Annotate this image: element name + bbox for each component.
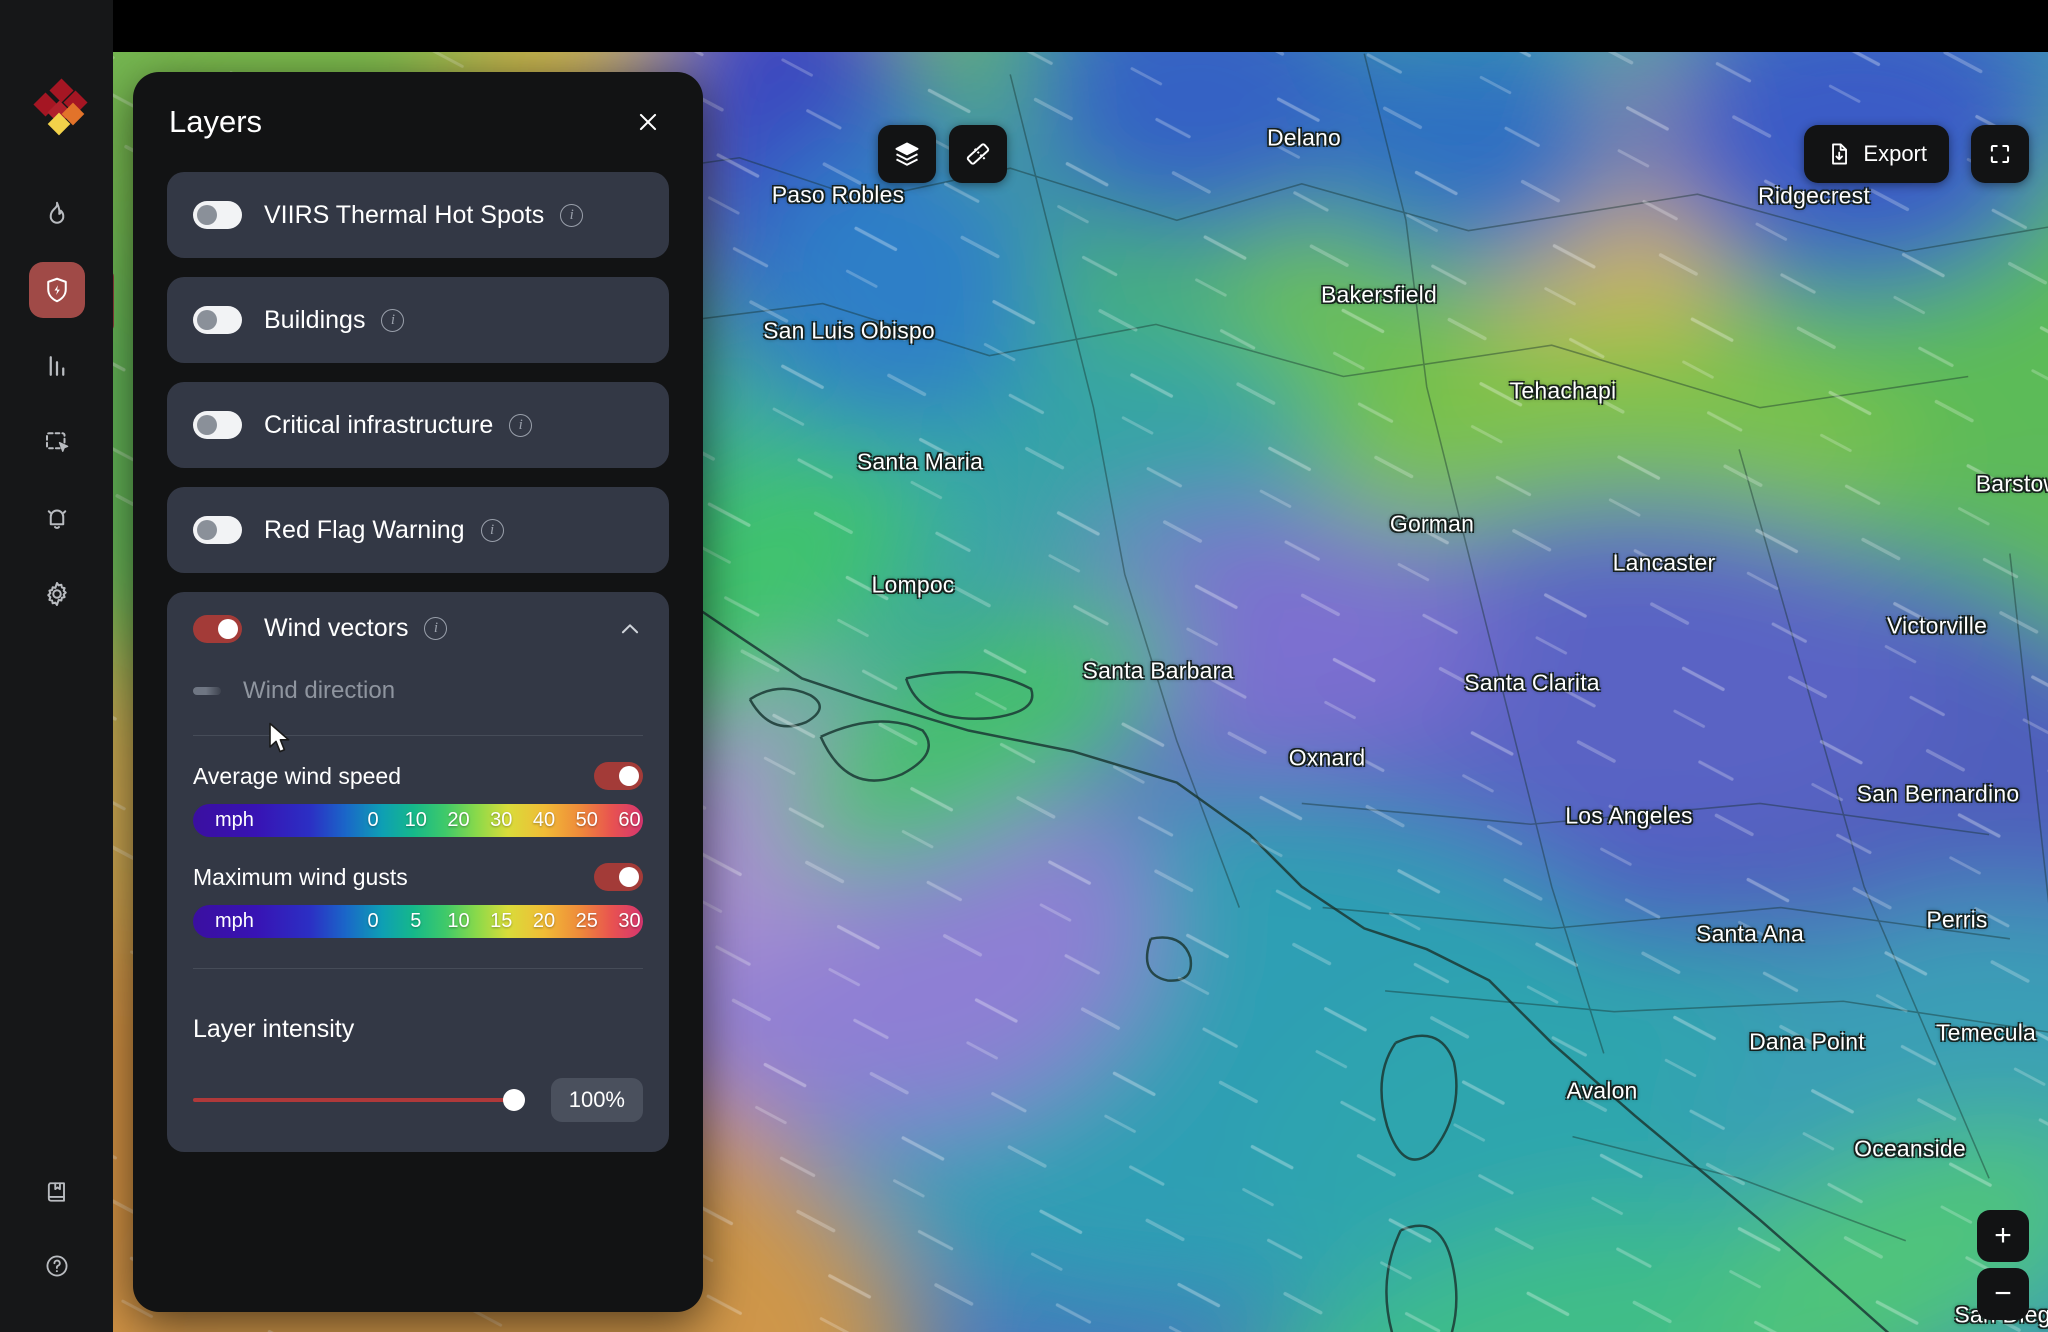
fullscreen-button[interactable] <box>1971 125 2029 183</box>
layer-toggle[interactable] <box>193 516 242 544</box>
scale-tick: 25 <box>575 910 598 932</box>
scale-tick: 10 <box>447 910 470 932</box>
divider <box>193 968 643 969</box>
info-icon[interactable]: i <box>509 413 533 437</box>
rail-secondary-items <box>0 1164 113 1294</box>
sidebar-item-fire[interactable] <box>29 186 85 242</box>
sidebar-item-help[interactable] <box>29 1238 85 1294</box>
scale-tick: 30 <box>490 809 513 831</box>
rail-primary-items <box>28 186 85 622</box>
divider <box>193 735 643 736</box>
scale-tick: 15 <box>490 910 513 932</box>
max-wind-gusts-block: Maximum wind gusts mph 0 5 10 15 20 25 30 <box>193 863 643 938</box>
chevron-up-icon[interactable] <box>617 616 643 642</box>
slider-handle[interactable] <box>502 1089 525 1111</box>
bell-icon <box>47 509 66 529</box>
wind-vectors-label: Wind vectors <box>264 614 409 642</box>
sidebar-item-select-area[interactable] <box>29 414 85 470</box>
layer-card: Critical infrastructure i <box>167 382 669 468</box>
map-measure-button[interactable] <box>949 125 1007 183</box>
scale-tick: 20 <box>532 910 556 932</box>
left-nav-rail <box>0 0 113 1332</box>
layer-intensity-slider[interactable] <box>193 1088 525 1112</box>
book-bookmark-icon <box>47 1182 65 1202</box>
layer-toggle[interactable] <box>193 306 242 334</box>
scale-tick: 60 <box>618 809 641 831</box>
scale-tick: 5 <box>410 910 422 932</box>
file-download-icon <box>1832 143 1848 165</box>
scale-tick: 0 <box>367 809 379 831</box>
info-icon[interactable]: i <box>480 518 504 542</box>
scale-tick: 30 <box>618 910 641 932</box>
avg-wind-speed-toggle[interactable] <box>594 762 643 790</box>
bar-chart-icon <box>49 356 64 376</box>
layer-label: VIIRS Thermal Hot Spots <box>264 200 545 229</box>
export-button[interactable]: Export <box>1804 125 1949 183</box>
scale-tick: 20 <box>447 809 470 831</box>
sidebar-item-alerts[interactable] <box>29 490 85 546</box>
layer-intensity-label: Layer intensity <box>193 1015 355 1043</box>
layers-panel: Layers VIIRS Thermal Hot Spots i Buildings… <box>133 72 703 1312</box>
layer-card: Buildings i <box>167 277 669 363</box>
layers-stack-icon <box>895 142 919 166</box>
sidebar-item-docs[interactable] <box>29 1164 85 1220</box>
layer-card-wind-vectors: Wind vectors i Wind direction Average wi… <box>167 592 669 1152</box>
zoom-out-button[interactable]: − <box>1977 1268 2029 1320</box>
layer-toggle[interactable] <box>193 201 242 229</box>
ruler-icon <box>966 143 990 165</box>
layer-label: Red Flag Warning <box>264 515 465 544</box>
max-wind-gusts-label: Maximum wind gusts <box>193 863 408 890</box>
max-wind-gusts-colorbar[interactable]: mph 0 5 10 15 20 25 30 <box>193 905 643 938</box>
avg-wind-speed-ticks: 0 10 20 30 40 50 60 <box>193 804 643 837</box>
layer-card: VIIRS Thermal Hot Spots i <box>167 172 669 258</box>
layer-card-list: VIIRS Thermal Hot Spots i Buildings i Critic… <box>167 172 669 573</box>
page-title: Layers <box>169 104 263 139</box>
sidebar-item-risk[interactable] <box>28 262 85 318</box>
layer-intensity-value: 100% <box>550 1078 643 1122</box>
layer-card: Red Flag Warning i <box>167 487 669 573</box>
wind-direction-toggle[interactable] <box>193 687 221 695</box>
scale-tick: 50 <box>575 809 598 831</box>
slider-track <box>193 1098 525 1102</box>
scale-tick: 40 <box>532 809 556 831</box>
sidebar-item-analytics[interactable] <box>29 338 85 394</box>
wind-direction-row: Wind direction <box>193 677 643 705</box>
export-button-label: Export <box>1863 141 1927 166</box>
info-icon[interactable]: i <box>424 617 448 640</box>
avg-wind-speed-colorbar[interactable]: mph 0 10 20 30 40 50 60 <box>193 804 643 837</box>
map-layers-button[interactable] <box>878 125 936 183</box>
layer-intensity-block: Layer intensity 100% <box>193 1015 643 1122</box>
app-logo[interactable] <box>26 76 88 138</box>
scale-tick: 10 <box>404 809 427 831</box>
layer-toggle[interactable] <box>193 411 242 439</box>
shield-bolt-icon <box>46 277 67 303</box>
layers-panel-body: VIIRS Thermal Hot Spots i Buildings i Critic… <box>133 172 703 1312</box>
gear-icon <box>46 582 67 606</box>
fullscreen-icon <box>1990 144 2010 164</box>
scale-tick: 0 <box>367 910 379 932</box>
max-wind-gusts-toggle[interactable] <box>594 863 643 891</box>
map-zoom-controls: + − <box>1977 1210 2029 1320</box>
close-icon[interactable] <box>631 105 665 139</box>
info-icon[interactable]: i <box>381 308 405 332</box>
select-area-icon <box>45 432 68 452</box>
info-icon[interactable]: i <box>560 203 584 227</box>
layer-label: Buildings <box>264 305 366 334</box>
zoom-in-button[interactable]: + <box>1977 1210 2029 1262</box>
flame-icon <box>49 201 64 224</box>
wind-direction-label: Wind direction <box>243 677 396 704</box>
sidebar-item-settings[interactable] <box>29 566 85 622</box>
wildfire-map-app: Delano Ridgecrest Paso Robles Bakersfield Sa… <box>0 0 2048 1332</box>
avg-wind-speed-block: Average wind speed mph 0 10 20 30 40 50 60 <box>193 762 643 837</box>
layers-panel-header: Layers <box>133 72 703 172</box>
wind-vectors-toggle[interactable] <box>193 614 242 643</box>
layer-label: Critical infrastructure <box>264 410 494 439</box>
max-wind-gusts-ticks: 0 5 10 15 20 25 30 <box>193 905 643 938</box>
help-circle-icon <box>46 1255 67 1277</box>
wind-vectors-header: Wind vectors i <box>193 614 643 643</box>
avg-wind-speed-label: Average wind speed <box>193 762 401 789</box>
